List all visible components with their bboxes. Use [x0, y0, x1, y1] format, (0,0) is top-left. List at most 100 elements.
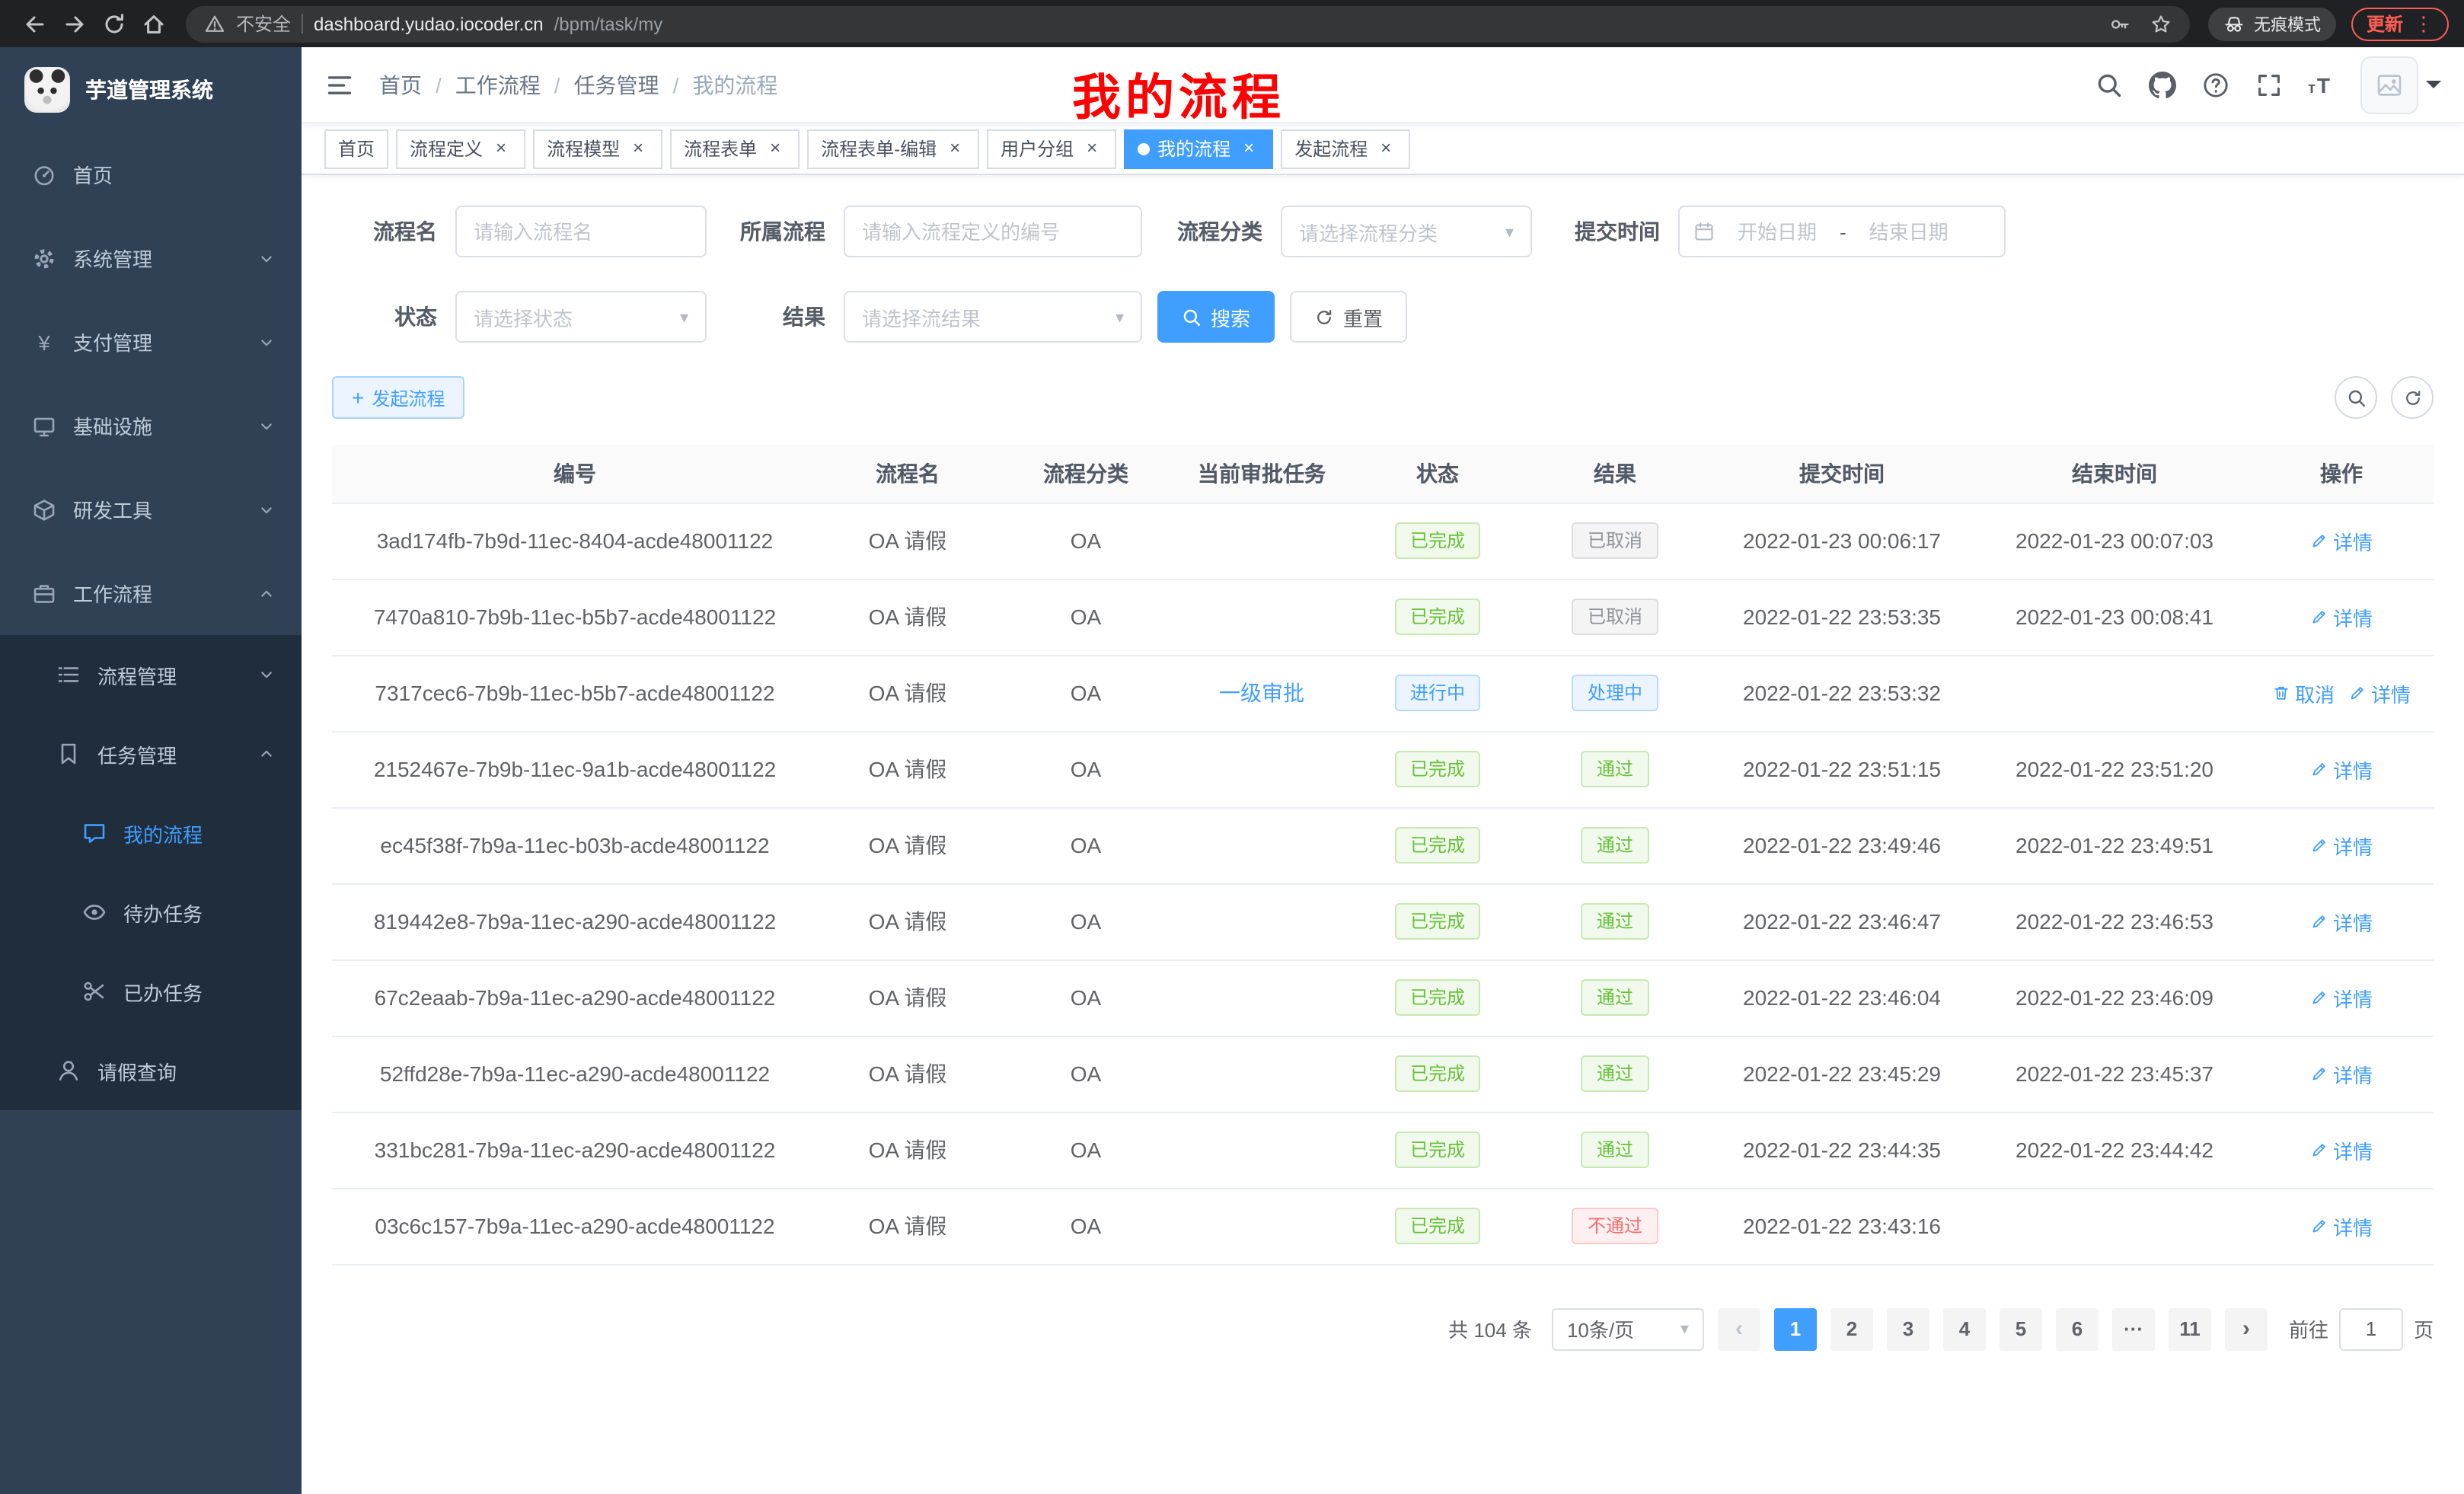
sidebar-item-done-task[interactable]: 已办任务	[0, 952, 302, 1031]
sidebar-item-infrastructure[interactable]: 基础设施	[0, 384, 302, 468]
sidebar-item-label: 系统管理	[73, 244, 152, 273]
cancel-link[interactable]: 取消	[2272, 678, 2335, 707]
app-logo[interactable]: 芋道管理系统	[0, 47, 302, 132]
sidebar-item-leave-query[interactable]: 请假查询	[0, 1031, 302, 1110]
tab-start-process[interactable]: 发起流程 ×	[1281, 129, 1410, 168]
tab-close-icon[interactable]: ×	[1375, 138, 1396, 159]
tab-close-icon[interactable]: ×	[1081, 138, 1103, 159]
tab-process-definition[interactable]: 流程定义 ×	[396, 129, 525, 168]
sidebar-item-task-management[interactable]: 任务管理	[0, 714, 302, 793]
result-select[interactable]: 请选择流结果 ▾	[844, 291, 1142, 343]
sidebar-item-todo-task[interactable]: 待办任务	[0, 873, 302, 952]
address-bar[interactable]: 不安全 dashboard.yudao.iocoder.cn/bpm/task/…	[186, 5, 2190, 42]
process-name-field[interactable]	[474, 220, 688, 243]
breadcrumb-task-management[interactable]: 任务管理	[574, 69, 659, 100]
browser-forward-button[interactable]	[55, 4, 94, 43]
end-date-input[interactable]	[1854, 220, 1964, 243]
detail-link[interactable]: 详情	[2310, 1211, 2373, 1240]
detail-link[interactable]: 详情	[2310, 1059, 2373, 1088]
tab-close-icon[interactable]: ×	[944, 138, 965, 159]
sidebar-item-process-management[interactable]: 流程管理	[0, 635, 302, 714]
sidebar-item-devtools[interactable]: 研发工具	[0, 468, 302, 551]
tab-close-icon[interactable]: ×	[627, 138, 649, 159]
tab-home[interactable]: 首页	[324, 129, 388, 168]
github-icon[interactable]	[2148, 71, 2175, 98]
tab-process-form-edit[interactable]: 流程表单-编辑 ×	[807, 129, 979, 168]
user-icon	[56, 1058, 81, 1083]
tab-close-icon[interactable]: ×	[490, 138, 512, 159]
next-page-button[interactable]: ›	[2225, 1307, 2268, 1350]
detail-link[interactable]: 详情	[2310, 983, 2373, 1012]
date-range-separator: -	[1840, 220, 1846, 243]
font-size-icon[interactable]: тT	[2308, 72, 2332, 97]
browser-reload-button[interactable]	[94, 4, 134, 43]
date-range-picker[interactable]: -	[1678, 206, 2006, 257]
sidebar-item-payment[interactable]: ¥ 支付管理	[0, 300, 302, 384]
create-process-button[interactable]: + 发起流程	[332, 376, 464, 419]
category-select[interactable]: 请选择流程分类 ▾	[1281, 206, 1532, 257]
sidebar-item-label: 请假查询	[97, 1056, 177, 1085]
goto-page-input[interactable]	[2339, 1307, 2403, 1350]
breadcrumb-home[interactable]: 首页	[379, 69, 422, 100]
page-button-1[interactable]: 1	[1774, 1307, 1817, 1350]
sidebar-item-workflow[interactable]: 工作流程	[0, 551, 302, 635]
page-button-2[interactable]: 2	[1830, 1307, 1873, 1350]
tab-close-icon[interactable]: ×	[764, 138, 786, 159]
page-button-4[interactable]: 4	[1943, 1307, 1986, 1350]
tab-close-icon[interactable]: ×	[1238, 138, 1259, 159]
tab-my-process[interactable]: 我的流程 ×	[1124, 129, 1273, 168]
cell-name: OA 请假	[818, 807, 997, 883]
detail-link[interactable]: 详情	[2310, 526, 2373, 555]
page-button-11[interactable]: 11	[2169, 1307, 2211, 1350]
current-task-link[interactable]: 一级审批	[1219, 678, 1304, 708]
browser-update-button[interactable]: 更新 ⋮	[2351, 7, 2449, 40]
detail-link[interactable]: 详情	[2310, 755, 2373, 784]
prev-page-button[interactable]: ‹	[1718, 1307, 1760, 1350]
user-avatar-dropdown[interactable]	[2360, 56, 2441, 113]
tab-process-form[interactable]: 流程表单 ×	[670, 129, 800, 168]
cell-actions: 详情	[2249, 807, 2434, 883]
tab-process-model[interactable]: 流程模型 ×	[533, 129, 662, 168]
browser-back-button[interactable]	[15, 4, 55, 43]
search-icon[interactable]	[2095, 71, 2122, 98]
sidebar-item-system[interactable]: 系统管理	[0, 216, 302, 300]
process-definition-input[interactable]	[844, 206, 1142, 257]
bookmark-star-icon[interactable]	[2150, 13, 2172, 34]
detail-link[interactable]: 详情	[2310, 1135, 2373, 1164]
search-button[interactable]: 搜索	[1157, 291, 1275, 343]
reset-button[interactable]: 重置	[1290, 291, 1407, 343]
refresh-table-button[interactable]	[2391, 376, 2434, 419]
status-select[interactable]: 请选择状态 ▾	[455, 291, 707, 343]
status-badge: 已完成	[1395, 1055, 1480, 1092]
process-name-input[interactable]	[455, 206, 707, 257]
sidebar-item-my-process[interactable]: 我的流程	[0, 793, 302, 873]
detail-link[interactable]: 详情	[2310, 907, 2373, 936]
hamburger-icon[interactable]	[324, 69, 355, 100]
process-definition-field[interactable]	[862, 220, 1124, 243]
cell-result: 处理中	[1526, 655, 1704, 731]
browser-menu-icon[interactable]: ⋮	[2414, 11, 2434, 36]
more-pages-button[interactable]: ···	[2112, 1307, 2155, 1350]
breadcrumb-workflow[interactable]: 工作流程	[455, 69, 541, 100]
password-key-icon[interactable]	[2109, 13, 2130, 34]
detail-link[interactable]: 详情	[2310, 831, 2373, 860]
help-icon[interactable]	[2201, 71, 2229, 98]
cell-name: OA 请假	[818, 503, 997, 579]
browser-home-button[interactable]	[134, 4, 174, 43]
page-size-select[interactable]: 10条/页 ▾	[1552, 1307, 1704, 1350]
detail-link[interactable]: 详情	[2348, 678, 2411, 707]
security-warning-icon[interactable]	[204, 13, 225, 34]
sidebar-item-home[interactable]: 首页	[0, 132, 302, 216]
fullscreen-icon[interactable]	[2255, 71, 2282, 98]
toggle-search-button[interactable]	[2335, 376, 2377, 419]
filter-label-submit-time: 提交时间	[1532, 216, 1678, 247]
page-button-6[interactable]: 6	[2056, 1307, 2099, 1350]
detail-link[interactable]: 详情	[2310, 602, 2373, 631]
start-date-input[interactable]	[1722, 220, 1832, 243]
page-button-3[interactable]: 3	[1887, 1307, 1929, 1350]
cell-result: 通过	[1526, 959, 1704, 1036]
cell-id: 52ffd28e-7b9a-11ec-a290-acde48001122	[332, 1036, 818, 1112]
tab-user-group[interactable]: 用户分组 ×	[987, 129, 1116, 168]
security-label[interactable]: 不安全	[236, 11, 291, 37]
page-button-5[interactable]: 5	[2000, 1307, 2042, 1350]
